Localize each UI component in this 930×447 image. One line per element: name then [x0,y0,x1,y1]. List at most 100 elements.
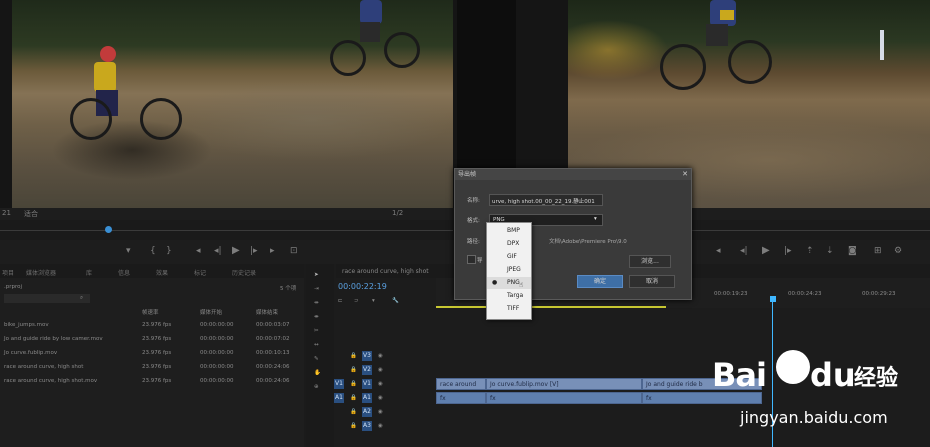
track-lock-icon[interactable]: 🔒 [350,423,357,429]
track-target-button[interactable]: V3 [362,351,372,361]
linked-select-icon[interactable]: ⊃ [354,298,359,304]
timeline-settings-icon[interactable]: 🔧 [392,298,399,304]
mark-in-bracket-icon[interactable]: { [150,246,156,256]
source-playhead[interactable] [105,226,112,233]
track-lock-icon[interactable]: 🔒 [350,381,357,387]
track-target-button[interactable]: V1 [362,379,372,389]
snap-icon[interactable]: ⊏ [338,298,343,304]
frame-back-icon[interactable]: ◂| [214,246,222,256]
source-scrub-line[interactable] [0,230,453,231]
tab-media-browser[interactable]: 媒体浏览器 [26,268,56,277]
lift-icon[interactable]: ⇡ [806,246,814,256]
tab-effects[interactable]: 效果 [156,268,168,277]
mark-in-icon[interactable]: ▾ [126,246,131,256]
track-header-a1[interactable]: A1 🔒 A1 ◉ [334,392,434,404]
track-header-v1[interactable]: V1 🔒 V1 ◉ [334,378,434,390]
timeline-timecode[interactable]: 00:00:22:19 [338,282,387,291]
column-frame-rate[interactable]: 帧速率 [142,308,159,316]
video-clip[interactable]: race around [436,378,486,390]
mark-out-bracket-icon[interactable]: } [166,246,172,256]
track-header-a2[interactable]: 🔒 A2 ◉ [334,406,434,418]
format-option-targa[interactable]: Targa [487,290,531,302]
insert-icon[interactable]: ⊡ [290,246,298,256]
ok-button[interactable]: 确定 [577,275,623,288]
track-header-v3[interactable]: 🔒 V3 ◉ [334,350,434,362]
project-row[interactable]: Jo curve.fublip.mov 23.976 fps 00:00:00:00… [0,348,304,360]
settings-icon[interactable]: ⚙ [894,246,902,256]
format-option-dpx[interactable]: DPX [487,238,531,250]
add-marker-icon[interactable]: ▾ [372,298,375,304]
project-row[interactable]: bike_jumps.mov 23.976 fps 00:00:00:00 00:00… [0,320,304,332]
name-field[interactable]: urve, high shot.00_00_22_19.静止001 [489,194,603,206]
track-visibility-icon[interactable]: ◉ [378,409,383,415]
track-header-a3[interactable]: 🔒 A3 ◉ [334,420,434,432]
source-patch-button[interactable]: A1 [334,393,344,403]
background-pole [880,30,884,60]
track-target-button[interactable]: A3 [362,421,372,431]
track-visibility-icon[interactable]: ◉ [378,395,383,401]
track-lock-icon[interactable]: 🔒 [350,409,357,415]
column-media-start[interactable]: 媒体开始 [200,308,222,316]
program-play-icon[interactable]: ▶ [762,245,770,256]
step-back-icon[interactable]: ◂ [196,246,201,256]
track-header-v2[interactable]: 🔒 V2 ◉ [334,364,434,376]
zoom-tool-icon[interactable]: ⊕ [314,384,319,390]
search-icon[interactable]: ⌕ [80,295,83,302]
tab-history[interactable]: 历史记录 [232,268,256,277]
extract-icon[interactable]: ⇣ [826,246,834,256]
format-option-bmp[interactable]: BMP [487,225,531,237]
tab-project[interactable]: 项目 [2,268,14,277]
selection-tool-icon[interactable]: ➤ [314,272,319,278]
project-row[interactable]: Jo and guide ride by low camer.mov 23.976… [0,334,304,346]
track-visibility-icon[interactable]: ◉ [378,353,383,359]
project-row[interactable]: race around curve, high shot 23.976 fps 00… [0,362,304,374]
tab-markers[interactable]: 标记 [194,268,206,277]
rate-stretch-icon[interactable]: ⇼ [314,314,319,320]
zoom-select[interactable]: 适合 [24,209,38,219]
ripple-edit-icon[interactable]: ⇹ [314,300,319,306]
razor-tool-icon[interactable]: ✂ [314,328,319,334]
track-target-button[interactable]: A1 [362,393,372,403]
playhead-handle[interactable] [770,296,776,302]
step-forward-icon[interactable]: ▸ [270,246,275,256]
track-target-button[interactable]: A2 [362,407,372,417]
tab-info[interactable]: 信息 [118,268,130,277]
track-visibility-icon[interactable]: ◉ [378,367,383,373]
program-frame-forward-icon[interactable]: |▸ [784,246,792,256]
video-clip[interactable]: Jo curve.fublip.mov [V] [486,378,642,390]
source-patch-button[interactable]: V1 [334,379,344,389]
format-option-gif[interactable]: GIF [487,251,531,263]
track-lock-icon[interactable]: 🔒 [350,353,357,359]
close-icon[interactable]: ✕ [682,169,688,180]
import-checkbox[interactable] [467,255,476,264]
column-media-end[interactable]: 媒体结束 [256,308,278,316]
audio-clip[interactable]: fx [486,392,642,404]
track-visibility-icon[interactable]: ◉ [378,381,383,387]
tab-libraries[interactable]: 库 [86,268,92,277]
track-lock-icon[interactable]: 🔒 [350,367,357,373]
program-step-back-icon[interactable]: ◂ [716,246,721,256]
work-area-bar[interactable] [436,306,666,308]
cancel-button[interactable]: 取消 [629,275,675,288]
slip-tool-icon[interactable]: ↔ [314,342,319,348]
compare-icon[interactable]: ⊞ [874,246,882,256]
resolution-select[interactable]: 1/2 [392,209,403,217]
format-option-png[interactable]: ● PNG ☝ [487,277,531,289]
project-row[interactable]: race around curve, high shot.mov 23.976 f… [0,376,304,388]
audio-clip[interactable]: fx [436,392,486,404]
hand-tool-icon[interactable]: ✋ [314,370,321,376]
program-frame-back-icon[interactable]: ◂| [740,246,748,256]
export-frame-icon[interactable]: ◙ [848,246,857,256]
play-icon[interactable]: ▶ [232,245,240,256]
browse-button[interactable]: 浏览... [629,255,671,268]
track-visibility-icon[interactable]: ◉ [378,423,383,429]
track-select-icon[interactable]: ⇥ [314,286,319,292]
format-option-tiff[interactable]: TIFF [487,303,531,315]
frame-forward-icon[interactable]: |▸ [250,246,258,256]
format-option-jpeg[interactable]: JPEG [487,264,531,276]
sequence-tab[interactable]: race around curve, high shot [342,268,429,275]
track-lock-icon[interactable]: 🔒 [350,395,357,401]
pen-tool-icon[interactable]: ✎ [314,356,319,362]
track-target-button[interactable]: V2 [362,365,372,375]
search-input[interactable] [4,294,90,303]
